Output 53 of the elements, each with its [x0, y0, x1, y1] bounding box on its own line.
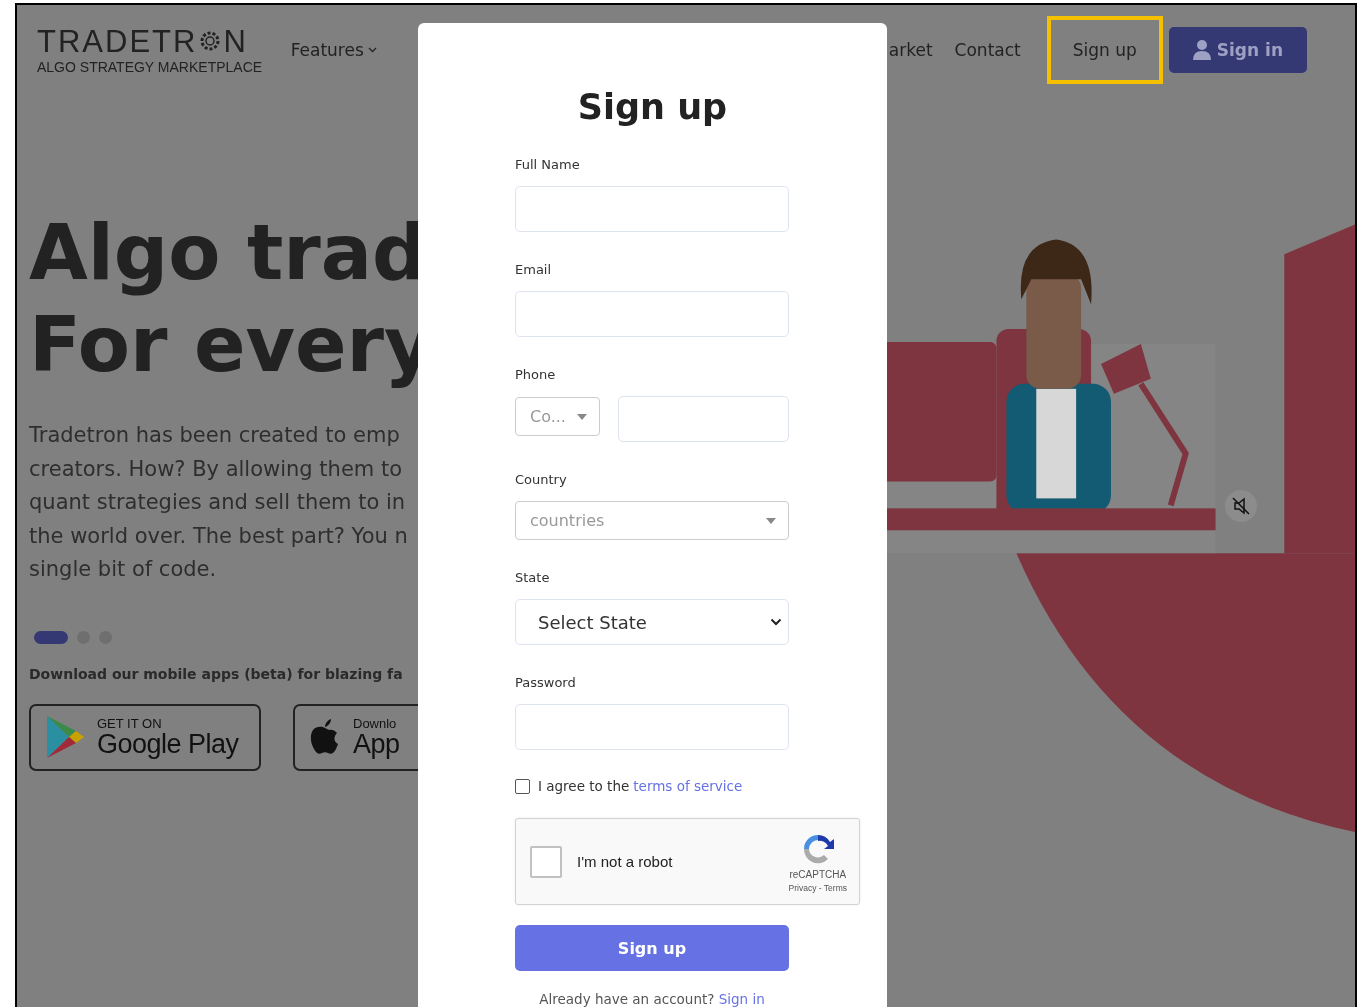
captcha-links[interactable]: Privacy - Terms — [788, 882, 847, 893]
logo-text: N — [223, 25, 248, 57]
hero-text: the world over. The best part? You n — [29, 522, 408, 550]
nav-link[interactable]: Features — [290, 40, 377, 60]
sign-in-link[interactable]: Sign in — [718, 991, 765, 1007]
hero-text: quant strategies and sell them to in — [29, 489, 406, 516]
logo-text: TRADETR — [37, 25, 198, 57]
user-icon — [1192, 40, 1211, 60]
badge-title: Google Play — [97, 731, 239, 758]
field-label: Full Name — [515, 157, 581, 172]
country-select[interactable]: countries — [515, 501, 789, 540]
badge-caption: GET IT ON — [97, 716, 163, 731]
hero-heading: For every — [29, 299, 434, 391]
terms-checkbox[interactable] — [515, 778, 530, 794]
field-label: Password — [515, 675, 577, 690]
chevron-down-icon — [367, 47, 377, 53]
modal-title: Sign up — [576, 87, 729, 127]
chevron-down-icon — [770, 618, 782, 626]
field-label: Phone — [515, 367, 557, 382]
field-label: State — [515, 570, 551, 585]
nav-link[interactable]: Contact — [954, 40, 1021, 60]
logo-tagline: ALGO STRATEGY MARKETPLACE — [37, 58, 264, 75]
apple-icon — [309, 718, 341, 756]
sign-in-button[interactable]: Sign in — [1168, 27, 1307, 73]
badge-caption: Downlo — [353, 716, 398, 731]
mute-icon[interactable] — [1225, 490, 1257, 522]
field-label: Email — [515, 262, 553, 277]
play-icon — [45, 714, 85, 760]
country-code-select[interactable]: Co... — [515, 397, 600, 436]
store-badge[interactable]: GET IT ON Google Play — [29, 703, 261, 771]
apps-text: Download our mobile apps (beta) for blazing fa — [29, 665, 403, 682]
state-select[interactable]: Select State — [515, 599, 789, 645]
field-label: Country — [515, 472, 568, 487]
hero-text: creators. How? By allowing them to — [29, 455, 403, 483]
password-field[interactable] — [515, 704, 789, 750]
caret-icon — [577, 413, 587, 420]
captcha-label: I'm not a robot — [577, 853, 674, 870]
footer-text: Already have an account? — [539, 991, 715, 1007]
hero-heading: Algo trad — [29, 207, 427, 299]
hero-text: single bit of code. — [29, 556, 217, 583]
captcha-checkbox[interactable] — [530, 845, 562, 878]
text-field[interactable] — [515, 291, 789, 337]
text-field[interactable] — [515, 186, 789, 232]
badge-title: App — [353, 731, 400, 758]
captcha-brand: reCAPTCHA — [789, 868, 847, 880]
nav-link[interactable]: arket — [888, 40, 933, 60]
terms-link[interactable]: terms of service — [633, 778, 743, 794]
nav-link[interactable]: Sign up — [1072, 40, 1137, 60]
sign-up-button[interactable]: Sign up — [515, 925, 789, 971]
hero-text: Tradetron has been created to emp — [29, 422, 400, 449]
caret-icon — [766, 517, 776, 524]
terms-text: I agree to the — [538, 778, 630, 794]
phone-field[interactable] — [618, 396, 789, 442]
